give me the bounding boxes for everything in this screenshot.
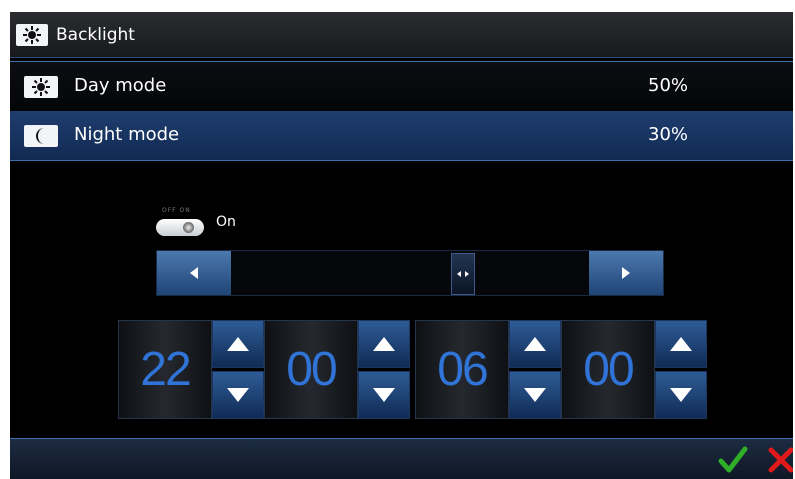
to-hours-value: 06	[415, 320, 509, 419]
from-minutes-up-button[interactable]	[358, 320, 410, 368]
toggle-track	[156, 219, 204, 236]
to-minutes-buttons	[655, 320, 707, 419]
to-hours-down-button[interactable]	[509, 371, 561, 419]
night-mode-label: Night mode	[74, 124, 180, 145]
to-minutes-value: 00	[561, 320, 655, 419]
page-title: Backlight	[56, 25, 135, 45]
bottom-bar	[10, 438, 793, 479]
night-mode-row[interactable]: Night mode 30%	[10, 111, 793, 161]
to-hours-up-button[interactable]	[509, 320, 561, 368]
from-minutes-buttons	[358, 320, 410, 419]
from-minutes-value: 00	[264, 320, 358, 419]
slider-thumb[interactable]	[451, 253, 475, 295]
night-mode-value: 30%	[648, 124, 689, 145]
to-minutes-up-button[interactable]	[655, 320, 707, 368]
from-minutes-down-button[interactable]	[358, 371, 410, 419]
toggle-state-label: On	[216, 214, 236, 230]
arrow-up-icon	[670, 337, 692, 351]
title-bar: Backlight	[10, 12, 793, 58]
toggle-on-label: ON	[179, 207, 191, 214]
from-hours-down-button[interactable]	[212, 371, 264, 419]
arrow-down-icon	[373, 388, 395, 402]
arrow-down-icon	[670, 388, 692, 402]
close-icon[interactable]	[766, 445, 793, 475]
night-mode-toggle[interactable]: OFF ON	[156, 207, 206, 237]
arrow-down-icon	[227, 388, 249, 402]
day-mode-label: Day mode	[74, 75, 167, 96]
toggle-labels: OFF ON	[162, 207, 191, 214]
decrease-button[interactable]	[157, 251, 231, 295]
check-icon[interactable]	[718, 445, 748, 475]
from-hours-up-button[interactable]	[212, 320, 264, 368]
toggle-off-label: OFF	[162, 207, 177, 214]
increase-button[interactable]	[589, 251, 663, 295]
day-mode-row[interactable]: Day mode 50%	[10, 61, 793, 112]
arrow-right-icon	[622, 267, 630, 279]
arrow-up-icon	[373, 337, 395, 351]
arrow-up-icon	[227, 337, 249, 351]
from-hours-value: 22	[118, 320, 212, 419]
from-hours-buttons	[212, 320, 264, 419]
arrow-down-icon	[524, 388, 546, 402]
to-minutes-down-button[interactable]	[655, 371, 707, 419]
backlight-screen: Backlight Day mode 50% Night mode 30% OF…	[10, 12, 793, 479]
arrow-left-icon	[190, 267, 198, 279]
day-mode-value: 50%	[648, 75, 689, 96]
sun-icon	[24, 76, 58, 98]
toggle-knob	[183, 222, 194, 233]
sun-icon	[16, 24, 48, 46]
brightness-slider[interactable]	[156, 250, 664, 296]
arrow-up-icon	[524, 337, 546, 351]
to-hours-buttons	[509, 320, 561, 419]
moon-icon	[24, 125, 58, 147]
drag-handle-icon	[457, 271, 469, 277]
